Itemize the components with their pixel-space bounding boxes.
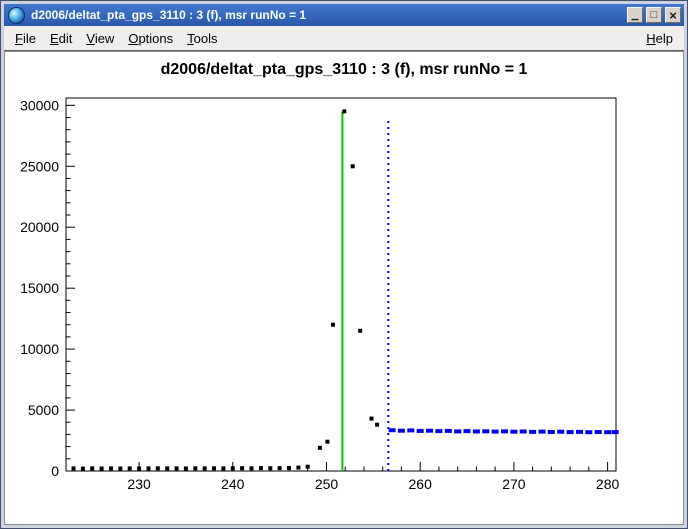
svg-text:5000: 5000 xyxy=(28,402,59,418)
menu-options[interactable]: Options xyxy=(121,28,180,49)
maximize-button[interactable]: □ xyxy=(646,7,662,23)
svg-text:230: 230 xyxy=(127,476,151,492)
close-button[interactable]: × xyxy=(665,7,681,23)
svg-text:25000: 25000 xyxy=(20,158,59,174)
canvas: 230 240 250 260 270 280 0 5000 10000 15000 20000 25… xyxy=(4,51,684,525)
menubar: FileEditViewOptionsTools Help xyxy=(4,26,684,51)
svg-text:10000: 10000 xyxy=(20,341,59,357)
svg-text:20000: 20000 xyxy=(20,219,59,235)
plot-title: d2006/deltat_pta_gps_3110 : 3 (f), msr r… xyxy=(5,61,683,79)
menu-view[interactable]: View xyxy=(79,28,121,49)
minimize-icon: ▁ xyxy=(632,11,639,20)
axis-ticks xyxy=(66,105,608,471)
app-icon[interactable] xyxy=(8,7,25,24)
theory-tail[interactable] xyxy=(389,428,619,434)
menu-help[interactable]: Help xyxy=(639,28,680,49)
root-canvas-window: d2006/deltat_pta_gps_3110 : 3 (f), msr r… xyxy=(0,0,688,529)
svg-text:260: 260 xyxy=(409,476,433,492)
minimize-button[interactable]: ▁ xyxy=(627,7,643,23)
svg-text:270: 270 xyxy=(502,476,526,492)
plot-frame xyxy=(66,98,616,471)
plot-area[interactable]: 230 240 250 260 270 280 0 5000 10000 15000 20000 25… xyxy=(5,52,683,525)
data-histogram[interactable] xyxy=(72,109,380,470)
menu-file[interactable]: File xyxy=(8,28,43,49)
close-icon: × xyxy=(669,9,677,22)
titlebar: d2006/deltat_pta_gps_3110 : 3 (f), msr r… xyxy=(4,4,684,26)
svg-text:15000: 15000 xyxy=(20,280,59,296)
svg-text:250: 250 xyxy=(315,476,339,492)
svg-text:30000: 30000 xyxy=(20,97,59,113)
menu-edit[interactable]: Edit xyxy=(43,28,79,49)
svg-text:280: 280 xyxy=(596,476,620,492)
svg-text:0: 0 xyxy=(51,463,59,479)
maximize-icon: □ xyxy=(651,10,658,21)
window-title: d2006/deltat_pta_gps_3110 : 3 (f), msr r… xyxy=(31,8,624,22)
menu-tools[interactable]: Tools xyxy=(180,28,224,49)
svg-text:240: 240 xyxy=(221,476,245,492)
